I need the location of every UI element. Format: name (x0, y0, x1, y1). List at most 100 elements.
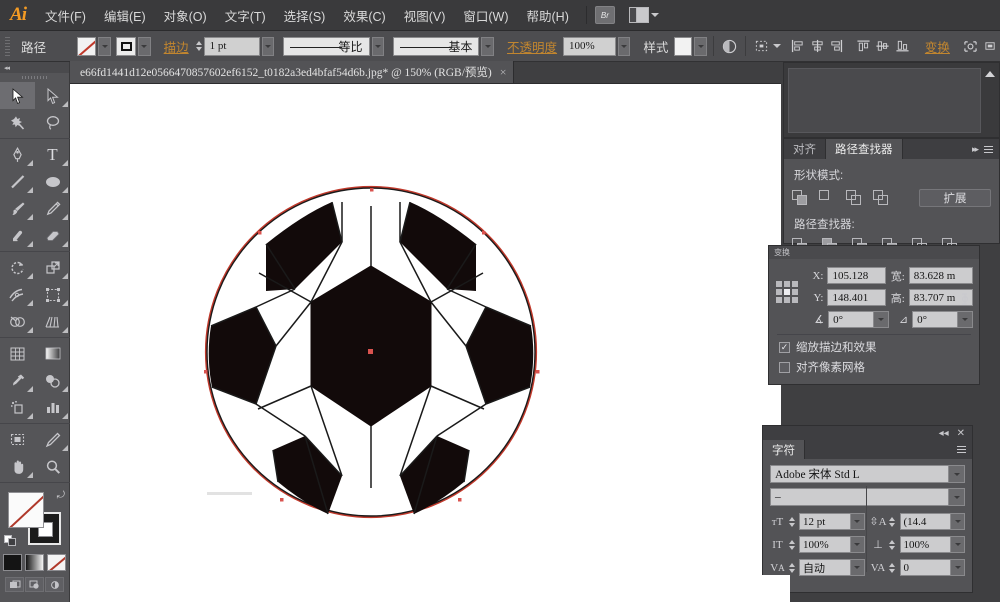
collapsed-panel-area[interactable] (783, 62, 1000, 138)
line-segment-tool[interactable] (0, 168, 35, 195)
paintbrush-tool[interactable] (0, 195, 35, 222)
panel-menu-icon[interactable] (984, 145, 993, 153)
tools-panel-grip[interactable] (0, 73, 69, 82)
align-top-icon[interactable] (854, 35, 873, 57)
mesh-tool[interactable] (0, 340, 35, 367)
type-tool[interactable]: T (35, 141, 70, 168)
brush-select[interactable]: 基本 (392, 36, 480, 56)
drawing-mode-inside-icon[interactable] (45, 577, 64, 592)
drawing-mode-normal-icon[interactable] (5, 577, 24, 592)
opacity-label[interactable]: 不透明度 (501, 37, 563, 56)
opacity-dropdown[interactable] (617, 36, 631, 56)
vertical-scale-input[interactable]: 100% (799, 536, 865, 553)
menu-edit[interactable]: 编辑(E) (95, 0, 155, 31)
fill-color-swatch[interactable] (8, 492, 44, 528)
align-center-horizontal-icon[interactable] (808, 35, 827, 57)
scroll-up-icon[interactable] (984, 68, 996, 80)
tab-character[interactable]: 字符 (763, 440, 805, 459)
rotate-angle-input[interactable]: 0° (828, 311, 889, 328)
graphic-style-dropdown[interactable] (694, 36, 707, 56)
collapse-panel-icon[interactable]: ▸▸ (972, 144, 979, 155)
font-style-select[interactable]: – (770, 488, 965, 506)
control-bar-grip[interactable] (4, 35, 11, 57)
menu-effect[interactable]: 效果(C) (334, 0, 394, 31)
slice-tool[interactable] (35, 426, 70, 453)
graphic-style-swatch[interactable] (674, 36, 693, 56)
font-style-dropdown-icon[interactable] (948, 489, 964, 505)
font-size-stepper[interactable] (787, 512, 796, 531)
menu-object[interactable]: 对象(O) (155, 0, 216, 31)
font-family-dropdown-icon[interactable] (948, 466, 964, 482)
align-bottom-icon[interactable] (892, 35, 911, 57)
scale-strokes-checkbox[interactable]: ✓ (779, 341, 790, 353)
stroke-profile-dropdown[interactable] (371, 36, 385, 56)
intersect-icon[interactable] (846, 190, 862, 206)
align-right-icon[interactable] (827, 35, 846, 57)
kerning-input[interactable]: 自动 (799, 559, 865, 576)
minus-front-icon[interactable] (819, 190, 835, 206)
align-center-vertical-icon[interactable] (873, 35, 892, 57)
isolate-selected-object-icon[interactable] (961, 35, 980, 57)
font-size-input[interactable]: 12 pt (799, 513, 865, 530)
tracking-stepper[interactable] (888, 558, 897, 577)
brush-dropdown[interactable] (481, 36, 494, 56)
tracking-input[interactable]: 0 (899, 559, 965, 576)
tools-collapse-button[interactable]: ◂◂ (0, 62, 69, 73)
gradient-button[interactable] (25, 554, 44, 571)
workspace-switcher[interactable] (628, 7, 659, 23)
hand-tool[interactable] (0, 453, 35, 480)
opacity-mask-icon[interactable] (720, 35, 739, 57)
shear-angle-input[interactable]: 0° (912, 311, 973, 328)
scale-strokes-option[interactable]: ✓ 缩放描边和效果 (779, 339, 973, 355)
default-fill-stroke-icon[interactable] (4, 535, 17, 547)
opacity-input[interactable]: 100% (563, 36, 616, 56)
width-tool[interactable] (0, 281, 35, 308)
stroke-label[interactable]: 描边 (158, 37, 195, 56)
expand-button[interactable]: 扩展 (919, 189, 991, 207)
scale-tool[interactable] (35, 254, 70, 281)
reference-point-selector[interactable] (776, 281, 798, 303)
menu-view[interactable]: 视图(V) (395, 0, 455, 31)
zoom-tool[interactable] (35, 453, 70, 480)
shape-builder-tool[interactable] (0, 308, 35, 335)
menu-window[interactable]: 窗口(W) (454, 0, 517, 31)
artboard-tool[interactable] (0, 426, 35, 453)
constrain-proportions-icon[interactable] (957, 289, 973, 312)
leading-input[interactable]: (14.4 (899, 513, 965, 530)
tab-align[interactable]: 对齐 (784, 139, 826, 159)
leading-stepper[interactable] (888, 512, 897, 531)
exclude-icon[interactable] (873, 190, 889, 206)
menu-type[interactable]: 文字(T) (216, 0, 275, 31)
pen-tool[interactable] (0, 141, 35, 168)
menu-file[interactable]: 文件(F) (36, 0, 95, 31)
menu-select[interactable]: 选择(S) (275, 0, 335, 31)
fill-swatch[interactable] (76, 36, 97, 56)
lasso-tool[interactable] (35, 109, 70, 136)
rotate-tool[interactable] (0, 254, 35, 281)
align-left-icon[interactable] (788, 35, 807, 57)
close-icon[interactable]: ✕ (957, 428, 965, 439)
eraser-tool[interactable] (35, 222, 70, 249)
align-dropdown-icon[interactable] (773, 44, 782, 48)
close-icon[interactable]: × (500, 65, 507, 80)
stroke-weight-stepper[interactable] (195, 37, 203, 56)
bridge-button[interactable]: Br (594, 6, 615, 24)
drawing-mode-behind-icon[interactable] (25, 577, 44, 592)
stroke-weight-dropdown[interactable] (261, 36, 275, 56)
more-options-icon[interactable] (981, 35, 1000, 57)
soccer-ball-artwork[interactable] (70, 84, 781, 602)
gradient-tool[interactable] (35, 340, 70, 367)
stroke-dropdown[interactable] (138, 36, 151, 56)
vertical-scale-stepper[interactable] (787, 535, 796, 554)
horizontal-scale-stepper[interactable] (888, 535, 897, 554)
align-to-selection-icon[interactable] (752, 35, 771, 57)
color-button[interactable] (3, 554, 22, 571)
eyedropper-tool[interactable] (0, 367, 35, 394)
none-button[interactable] (47, 554, 66, 571)
stroke-profile-select[interactable]: 等比 (283, 36, 370, 56)
panel-menu-icon[interactable] (957, 446, 966, 453)
selection-tool[interactable] (0, 82, 35, 109)
document-canvas[interactable] (70, 84, 781, 602)
pencil-tool[interactable] (35, 195, 70, 222)
font-family-select[interactable]: Adobe 宋体 Std L (770, 465, 965, 483)
